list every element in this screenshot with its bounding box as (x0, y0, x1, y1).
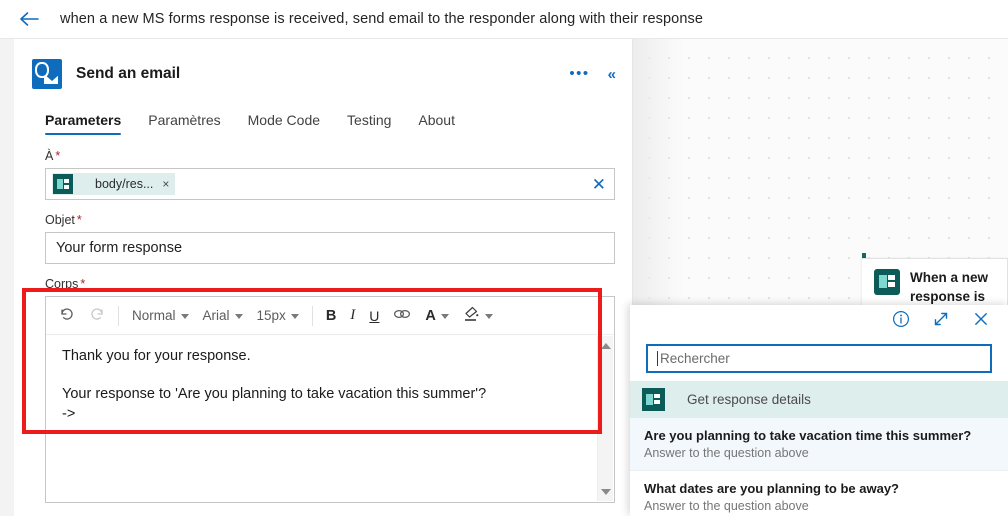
highlighter-icon (463, 306, 480, 325)
body-paragraph-1: Thank you for your response. (62, 348, 251, 364)
body-content-overflow (46, 445, 614, 502)
panel-tabs: Parameters Paramètres Mode Code Testing … (14, 93, 632, 135)
font-color-button[interactable]: A (418, 302, 455, 330)
tab-parameters[interactable]: Parameters (45, 112, 122, 135)
dynamic-content-title: What dates are you planning to be away? (644, 481, 899, 496)
rte-toolbar: Normal Arial 15px B I U A (46, 297, 614, 335)
chevron-down-icon (180, 314, 189, 319)
close-icon (972, 310, 990, 333)
arrow-left-icon (19, 11, 39, 27)
dynamic-content-title: Are you planning to take vacation time t… (644, 428, 972, 443)
panel-header: Send an email ••• « (14, 39, 632, 93)
font-color-icon: A (425, 307, 436, 324)
font-size-select[interactable]: 15px (250, 302, 306, 330)
undo-button[interactable] (52, 302, 82, 330)
dynamic-token-chip[interactable]: body/res... × (52, 173, 176, 195)
dynamic-content-flyout: Rechercher Get response details Are you … (630, 305, 1008, 516)
top-command-bar: when a new MS forms response is received… (0, 0, 1008, 39)
redo-icon (89, 306, 105, 325)
more-options-button[interactable]: ••• (569, 63, 589, 85)
body-rich-text-editor[interactable]: Normal Arial 15px B I U A Thank you for … (45, 296, 615, 503)
list-item[interactable]: What dates are you planning to be away? … (630, 471, 1008, 516)
dynamic-token-label: body/res... (95, 177, 154, 191)
body-field-label: Corps * (45, 277, 612, 291)
dynamic-content-group-label: Get response details (687, 392, 811, 407)
panel-header-actions: ••• « (569, 63, 616, 85)
text-cursor (657, 351, 658, 366)
body-scrollbar[interactable] (597, 336, 613, 501)
close-flyout-button[interactable] (972, 310, 990, 333)
chevron-down-icon (290, 314, 299, 319)
parameters-form: À * body/res... × ✕ Objet * Your form resp… (14, 135, 632, 503)
forms-icon (53, 174, 73, 194)
trigger-card-title: When a new response is (910, 270, 989, 304)
forms-icon (874, 269, 900, 295)
body-paragraph-3: -> (62, 406, 76, 422)
scroll-up-button[interactable] (598, 338, 614, 353)
to-label-text: À (45, 149, 54, 163)
subject-required-asterisk: * (76, 213, 82, 227)
caret-up-icon (601, 342, 611, 349)
info-icon (892, 310, 910, 333)
expand-icon (932, 310, 950, 333)
link-icon (393, 307, 411, 324)
undo-icon (59, 306, 75, 325)
flyout-header (630, 305, 1008, 338)
to-required-asterisk: * (55, 149, 61, 163)
outlook-icon (32, 59, 62, 89)
to-input[interactable]: body/res... × ✕ (45, 168, 615, 200)
list-item[interactable]: Are you planning to take vacation time t… (630, 418, 1008, 471)
font-family-value: Arial (202, 308, 230, 323)
dynamic-content-subtitle: Answer to the question above (644, 446, 809, 460)
tab-mode-code[interactable]: Mode Code (248, 112, 320, 135)
forms-icon (642, 388, 665, 411)
to-field-label: À * (45, 149, 612, 163)
bold-button[interactable]: B (319, 302, 343, 330)
left-gutter (0, 39, 14, 516)
dynamic-content-subtitle: Answer to the question above (644, 499, 809, 513)
body-required-asterisk: * (80, 277, 86, 291)
subject-label-text: Objet (45, 213, 75, 227)
search-input[interactable]: Rechercher (646, 344, 992, 373)
caret-down-icon (601, 488, 611, 495)
scroll-down-button[interactable] (598, 484, 614, 499)
tab-about[interactable]: About (418, 112, 455, 135)
toolbar-divider (118, 305, 119, 326)
remove-token-icon[interactable]: × (162, 177, 169, 191)
highlight-color-button[interactable] (456, 302, 500, 330)
body-paragraph-2: Your response to 'Are you planning to ta… (62, 386, 487, 402)
body-content-area[interactable]: Thank you for your response. Your respon… (46, 335, 614, 445)
font-size-value: 15px (256, 308, 286, 323)
dynamic-content-group-header[interactable]: Get response details (630, 381, 1008, 418)
clear-to-field-icon[interactable]: ✕ (592, 176, 606, 193)
paragraph-style-select[interactable]: Normal (125, 302, 196, 330)
flow-title: when a new MS forms response is received… (60, 11, 703, 27)
chevron-down-icon (484, 314, 493, 319)
subject-value: Your form response (56, 240, 183, 256)
tab-testing[interactable]: Testing (347, 112, 391, 135)
expand-button[interactable] (932, 310, 950, 333)
underline-button[interactable]: U (362, 302, 386, 330)
chevron-down-icon (440, 314, 449, 319)
app-root: when a new MS forms response is received… (0, 0, 1008, 516)
back-button[interactable] (12, 2, 46, 36)
action-details-panel: Send an email ••• « Parameters Paramètre… (14, 39, 633, 516)
panel-title: Send an email (76, 65, 181, 82)
search-placeholder: Rechercher (660, 351, 730, 366)
font-family-select[interactable]: Arial (196, 302, 250, 330)
chevron-down-icon (234, 314, 243, 319)
tab-parametres[interactable]: Paramètres (148, 112, 220, 135)
toolbar-divider (311, 305, 313, 326)
subject-field-label: Objet * (45, 213, 612, 227)
body-label-text: Corps (45, 277, 79, 291)
italic-button[interactable]: I (343, 302, 362, 330)
redo-button[interactable] (82, 302, 112, 330)
flyout-search-wrapper: Rechercher (630, 338, 1008, 381)
collapse-panel-button[interactable]: « (608, 63, 616, 85)
insert-link-button[interactable] (386, 302, 418, 330)
subject-input[interactable]: Your form response (45, 232, 615, 264)
info-button[interactable] (892, 310, 910, 333)
paragraph-style-value: Normal (132, 308, 176, 323)
